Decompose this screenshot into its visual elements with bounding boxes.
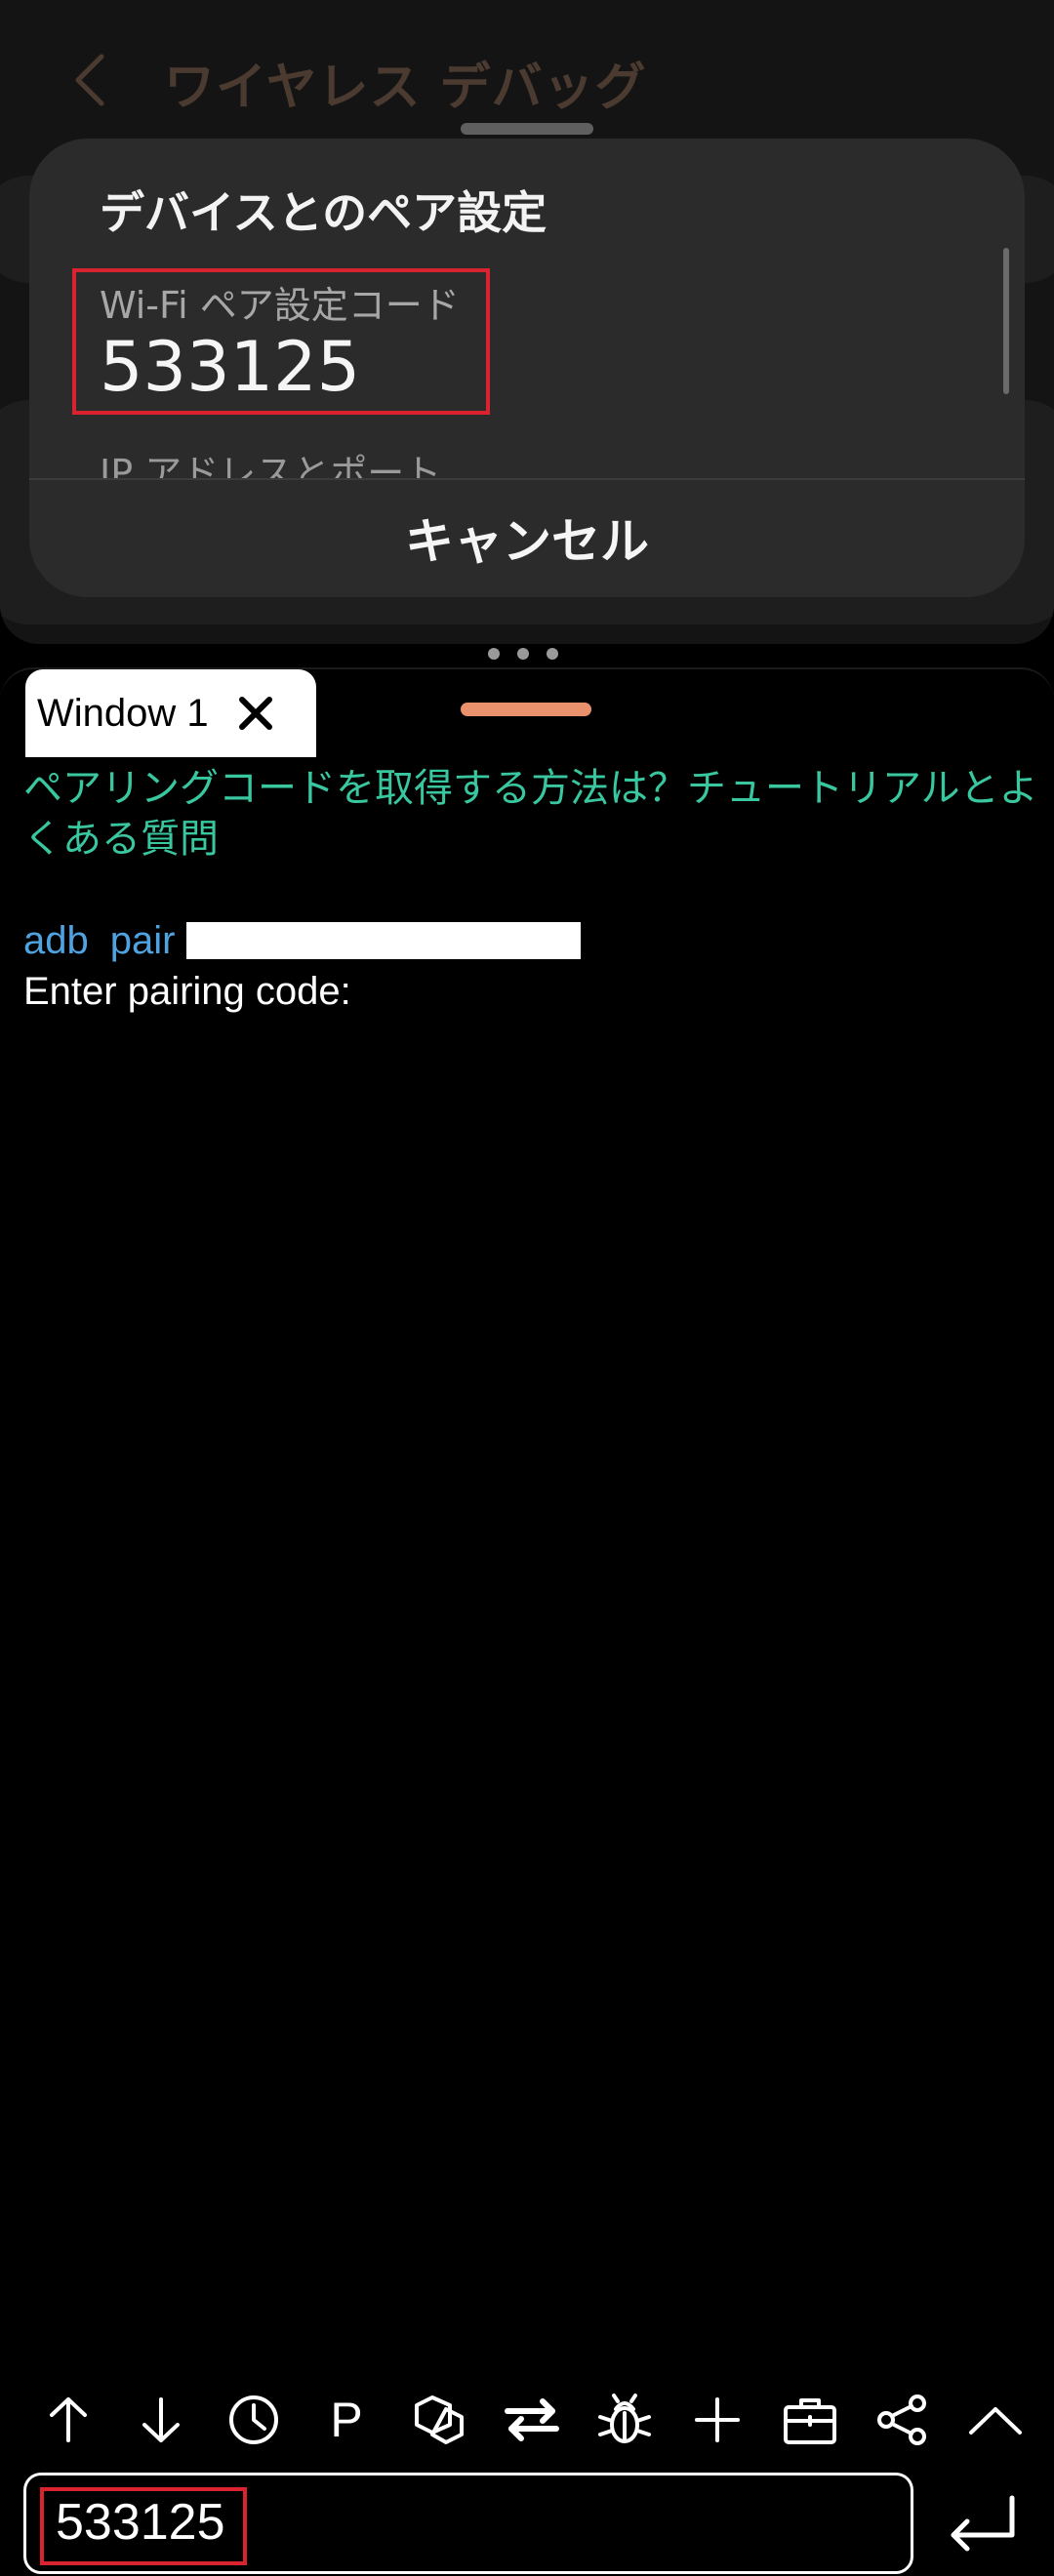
p-icon: P [330, 2393, 363, 2447]
extra-keys-toolbar: P [29, 2381, 1034, 2459]
arrow-up-button[interactable] [29, 2381, 107, 2459]
dialog-footer: キャンセル [29, 478, 1025, 597]
close-icon[interactable] [236, 694, 275, 733]
command-adb: adb [23, 919, 89, 962]
chevron-up-icon [969, 2407, 1022, 2435]
enter-icon [951, 2495, 1015, 2552]
toolbox-button[interactable] [771, 2381, 849, 2459]
share-icon [877, 2395, 926, 2445]
command-input-value: 533125 [56, 2494, 225, 2551]
p-button[interactable]: P [307, 2381, 385, 2459]
redacted-address [186, 922, 582, 959]
dialog-title: デバイスとのペア設定 [100, 186, 547, 239]
divider-dot [488, 648, 500, 660]
back-icon[interactable] [68, 51, 111, 113]
command-line: adb pair [23, 915, 1038, 966]
divider-dot [547, 648, 558, 660]
split-screen-divider-handle[interactable] [488, 648, 558, 660]
dialog-scrollbar[interactable] [1003, 248, 1009, 394]
bug-icon [598, 2394, 651, 2443]
arrow-down-button[interactable] [122, 2381, 200, 2459]
settings-title: ワイヤレス デバッグ [164, 58, 647, 117]
drag-handle[interactable] [461, 703, 591, 716]
cancel-button[interactable]: キャンセル [29, 480, 1025, 595]
sheet-handle[interactable] [461, 123, 593, 135]
add-button[interactable] [678, 2381, 756, 2459]
debug-button[interactable] [586, 2381, 664, 2459]
hexagon-icon [415, 2395, 464, 2444]
wifi-pairing-code-value: 533125 [100, 327, 361, 407]
pairing-dialog: デバイスとのペア設定 Wi-Fi ペア設定コード 533125 IP アドレスと… [29, 139, 1025, 597]
terminal-pane: Window 1 ペアリングコードを取得する方法は？チュートリアルとよくある質問… [0, 667, 1054, 2576]
tab-label: Window 1 [37, 691, 209, 735]
command-pair: pair [109, 919, 176, 962]
help-link[interactable]: ペアリングコードを取得する方法は？チュートリアルとよくある質問 [23, 763, 1038, 865]
arrow-down-icon [142, 2397, 180, 2442]
briefcase-icon [784, 2398, 836, 2444]
wifi-pairing-code-label: Wi-Fi ペア設定コード [100, 284, 460, 327]
plus-icon [695, 2397, 740, 2442]
clock-icon [229, 2395, 278, 2444]
expand-button[interactable] [956, 2381, 1034, 2459]
settings-pane: ワイヤレス デバッグ デバイスとのペア設定 Wi-Fi ペア設定コード 5331… [0, 0, 1054, 644]
terminal-output: ペアリングコードを取得する方法は？チュートリアルとよくある質問 adb pair… [23, 763, 1038, 1017]
swap-icon [505, 2398, 559, 2441]
tab-window-1[interactable]: Window 1 [25, 669, 316, 757]
settings-header: ワイヤレス デバッグ [68, 43, 647, 121]
enter-button[interactable] [929, 2480, 1036, 2568]
hexagon-button[interactable] [400, 2381, 478, 2459]
arrow-up-icon [50, 2397, 87, 2442]
swap-button[interactable] [493, 2381, 571, 2459]
share-button[interactable] [864, 2381, 942, 2459]
history-button[interactable] [215, 2381, 293, 2459]
command-input[interactable]: 533125 [23, 2473, 913, 2574]
pairing-prompt: Enter pairing code: [23, 970, 351, 1013]
divider-dot [517, 648, 529, 660]
